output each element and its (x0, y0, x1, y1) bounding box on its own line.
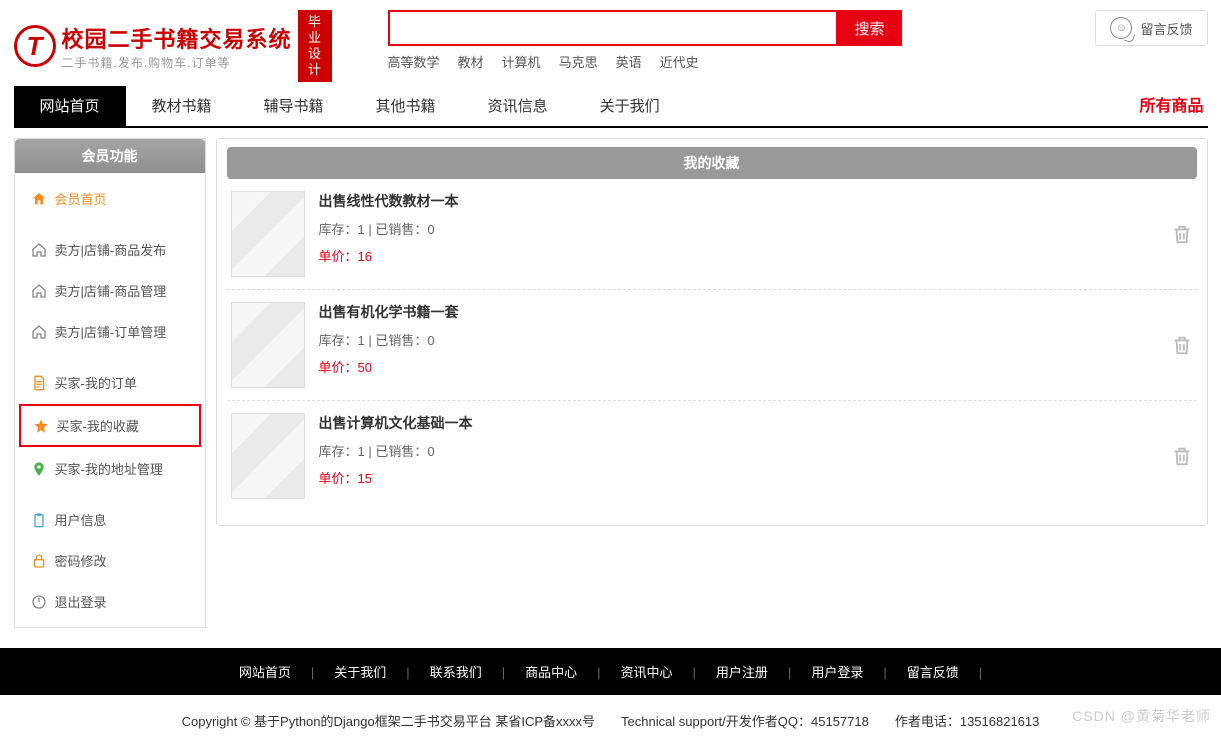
sidebar-item[interactable]: 买家-我的收藏 (19, 404, 201, 447)
sidebar-item[interactable]: 会员首页 (19, 179, 201, 218)
hot-keyword[interactable]: 计算机 (502, 52, 541, 71)
feedback-button[interactable]: ☺ 留言反馈 (1095, 10, 1207, 46)
lock-icon (31, 553, 47, 569)
hot-keyword[interactable]: 近代史 (660, 52, 699, 71)
sidebar-item-label: 卖方|店铺-商品管理 (55, 281, 167, 300)
nav-item[interactable]: 其他书籍 (350, 86, 462, 126)
favorite-price: 单价：16 (319, 246, 459, 265)
power-icon (31, 594, 47, 610)
sidebar-item[interactable]: 卖方|店铺-商品发布 (19, 230, 201, 269)
nav-item[interactable]: 关于我们 (574, 86, 686, 126)
main-nav: 网站首页教材书籍辅导书籍其他书籍资讯信息关于我们 所有商品 (14, 86, 1208, 128)
sidebar-item[interactable]: 退出登录 (19, 582, 201, 621)
hot-keyword[interactable]: 高等数学 (388, 52, 440, 71)
sidebar-item-label: 退出登录 (55, 592, 107, 611)
search-button[interactable]: 搜索 (838, 10, 902, 46)
sidebar-item-label: 会员首页 (55, 189, 107, 208)
logo[interactable]: T 校园二手书籍交易系统 二手书籍.发布.购物车.订单等 毕业设计 (14, 10, 332, 82)
sidebar-header: 会员功能 (15, 139, 205, 173)
hot-keyword[interactable]: 教材 (458, 52, 484, 71)
logo-subtitle: 二手书籍.发布.购物车.订单等 (62, 54, 292, 71)
favorite-item: 出售有机化学书籍一套库存：1 | 已销售：0 单价：50 (227, 290, 1197, 401)
hot-keyword[interactable]: 英语 (616, 52, 642, 71)
favorite-title[interactable]: 出售计算机文化基础一本 (319, 413, 473, 433)
headset-icon: ☺ (1110, 17, 1132, 39)
doc-icon (31, 375, 47, 391)
sidebar-item-label: 买家-我的收藏 (57, 416, 139, 435)
home-outline-icon (31, 283, 47, 299)
copyright-text: Copyright © 基于Python的Django框架二手书交易平台 某省I… (0, 695, 1221, 746)
hot-keyword[interactable]: 马克思 (559, 52, 598, 71)
footer-nav: 网站首页|关于我们|联系我们|商品中心|资讯中心|用户注册|用户登录|留言反馈| (0, 648, 1221, 695)
clipboard-icon (31, 512, 47, 528)
favorite-item: 出售线性代数教材一本库存：1 | 已销售：0 单价：16 (227, 179, 1197, 290)
location-icon (31, 461, 47, 477)
home-outline-icon (31, 242, 47, 258)
favorite-stock: 库存：1 | 已销售：0 (319, 441, 473, 460)
sidebar-item[interactable]: 卖方|店铺-订单管理 (19, 312, 201, 351)
favorite-title[interactable]: 出售有机化学书籍一套 (319, 302, 459, 322)
content-title: 我的收藏 (227, 147, 1197, 179)
footer-link[interactable]: 留言反馈 (897, 665, 969, 680)
star-icon (33, 418, 49, 434)
delete-icon[interactable] (1171, 333, 1193, 357)
sidebar-item[interactable]: 密码修改 (19, 541, 201, 580)
delete-icon[interactable] (1171, 444, 1193, 468)
favorite-stock: 库存：1 | 已销售：0 (319, 219, 459, 238)
home-outline-icon (31, 324, 47, 340)
nav-item[interactable]: 辅导书籍 (238, 86, 350, 126)
logo-icon: T (14, 25, 56, 67)
book-thumbnail[interactable] (231, 191, 305, 277)
nav-item[interactable]: 网站首页 (14, 86, 126, 126)
feedback-label: 留言反馈 (1140, 19, 1192, 38)
footer-link[interactable]: 商品中心 (515, 665, 587, 680)
favorite-item: 出售计算机文化基础一本库存：1 | 已销售：0 单价：15 (227, 401, 1197, 511)
sidebar-item-label: 买家-我的订单 (55, 373, 137, 392)
book-thumbnail[interactable] (231, 413, 305, 499)
footer-link[interactable]: 关于我们 (324, 665, 396, 680)
sidebar-item-label: 买家-我的地址管理 (55, 459, 163, 478)
sidebar: 会员功能 会员首页卖方|店铺-商品发布卖方|店铺-商品管理卖方|店铺-订单管理买… (14, 138, 206, 628)
nav-item[interactable]: 教材书籍 (126, 86, 238, 126)
footer-link[interactable]: 资讯中心 (611, 665, 683, 680)
logo-badge: 毕业设计 (298, 10, 332, 82)
sidebar-item[interactable]: 买家-我的地址管理 (19, 449, 201, 488)
favorite-price: 单价：50 (319, 357, 459, 376)
delete-icon[interactable] (1171, 222, 1193, 246)
sidebar-item[interactable]: 买家-我的订单 (19, 363, 201, 402)
footer-link[interactable]: 用户注册 (706, 665, 778, 680)
sidebar-item-label: 卖方|店铺-订单管理 (55, 322, 167, 341)
hot-keywords: 高等数学教材计算机马克思英语近代史 (388, 52, 902, 71)
logo-title: 校园二手书籍交易系统 (62, 22, 292, 54)
nav-item[interactable]: 资讯信息 (462, 86, 574, 126)
sidebar-item-label: 卖方|店铺-商品发布 (55, 240, 167, 259)
favorite-price: 单价：15 (319, 468, 473, 487)
nav-all-products[interactable]: 所有商品 (1139, 86, 1207, 126)
sidebar-item-label: 用户信息 (55, 510, 107, 529)
content-panel: 我的收藏 出售线性代数教材一本库存：1 | 已销售：0 单价：16 出售有机化学书籍… (216, 138, 1208, 526)
sidebar-item[interactable]: 用户信息 (19, 500, 201, 539)
footer-link[interactable]: 网站首页 (229, 665, 301, 680)
sidebar-item-label: 密码修改 (55, 551, 107, 570)
favorite-stock: 库存：1 | 已销售：0 (319, 330, 459, 349)
book-thumbnail[interactable] (231, 302, 305, 388)
home-orange-icon (31, 191, 47, 207)
footer-link[interactable]: 联系我们 (420, 665, 492, 680)
favorite-title[interactable]: 出售线性代数教材一本 (319, 191, 459, 211)
footer-link[interactable]: 用户登录 (801, 665, 873, 680)
search-input[interactable] (388, 10, 838, 46)
sidebar-item[interactable]: 卖方|店铺-商品管理 (19, 271, 201, 310)
